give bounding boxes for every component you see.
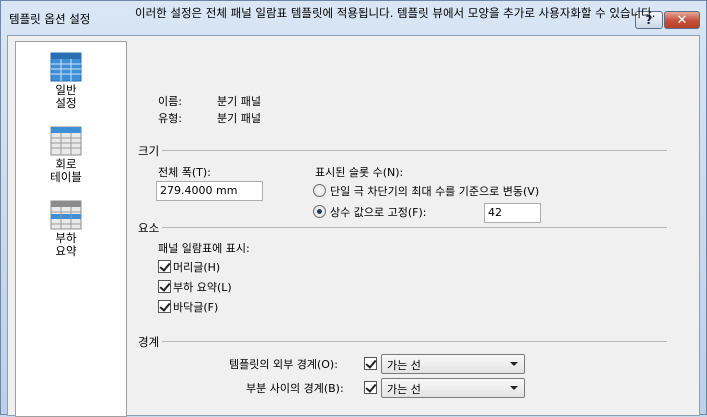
chevron-down-icon <box>510 362 518 366</box>
fixed-slots-label: 상수 값으로 고정(F): <box>330 206 427 219</box>
header-checkbox-label: 머리글(H) <box>173 261 221 274</box>
sidebar-item-general[interactable]: 일반 설정 <box>16 52 116 110</box>
fixed-slots-radio[interactable] <box>313 205 326 218</box>
table-icon <box>50 200 82 230</box>
sidebar-item-load-summary[interactable]: 부하 요약 <box>16 200 116 258</box>
size-section-title: 크기 <box>138 144 160 158</box>
between-border-checkbox[interactable] <box>364 381 377 394</box>
name-label: 이름: <box>158 95 182 108</box>
category-sidebar: 일반 설정 회로 테이블 부하 요약 <box>15 41 127 417</box>
sidebar-item-label: 회로 테이블 <box>50 157 82 184</box>
footer-checkbox[interactable] <box>158 300 171 313</box>
dialog-body: 일반 설정 회로 테이블 부하 요약 <box>7 35 700 417</box>
footer-checkbox-label: 바닥글(F) <box>173 301 219 314</box>
name-value: 분기 패널 <box>217 95 261 108</box>
borders-section-title: 경계 <box>138 335 160 349</box>
between-border-linestyle-value: 가는 선 <box>387 383 421 396</box>
outer-border-linestyle-select[interactable]: 가는 선 <box>381 354 525 374</box>
between-border-linestyle-select[interactable]: 가는 선 <box>381 378 525 398</box>
total-width-label: 전체 폭(T): <box>158 166 211 179</box>
elements-separator <box>162 227 667 228</box>
chevron-down-icon <box>510 386 518 390</box>
sidebar-item-circuit-table[interactable]: 회로 테이블 <box>16 126 116 184</box>
header-checkbox[interactable] <box>158 260 171 273</box>
outer-border-linestyle-value: 가는 선 <box>387 359 421 372</box>
table-icon <box>50 126 82 156</box>
type-label: 유형: <box>158 112 182 125</box>
between-border-label: 부분 사이의 경계(B): <box>246 382 344 395</box>
variable-slots-label: 단일 극 차단기의 최대 수를 기준으로 변동(V) <box>330 185 540 198</box>
elements-section-title: 요소 <box>138 221 160 235</box>
sidebar-item-label: 부하 요약 <box>55 231 77 258</box>
description-text: 이러한 설정은 전체 패널 일람표 템플릿에 적용됩니다. 템플릿 뷰에서 모양… <box>135 6 656 20</box>
fixed-slots-input[interactable]: 42 <box>484 203 541 223</box>
total-width-input[interactable]: 279.4000 mm <box>156 181 263 201</box>
slots-label: 표시된 슬롯 수(N): <box>315 166 404 179</box>
variable-slots-radio[interactable] <box>313 184 326 197</box>
sidebar-item-label: 일반 설정 <box>55 83 77 110</box>
show-in-schedule-label: 패널 일람표에 표시: <box>158 242 250 255</box>
load-summary-checkbox-label: 부하 요약(L) <box>173 281 232 294</box>
outer-border-checkbox[interactable] <box>364 357 377 370</box>
window-title: 템플릿 옵션 설정 <box>9 12 91 26</box>
type-value: 분기 패널 <box>217 112 261 125</box>
load-summary-checkbox[interactable] <box>158 280 171 293</box>
borders-separator <box>162 341 667 342</box>
outer-border-label: 템플릿의 외부 경계(O): <box>229 358 338 371</box>
size-separator <box>162 150 667 151</box>
table-icon <box>50 52 82 82</box>
